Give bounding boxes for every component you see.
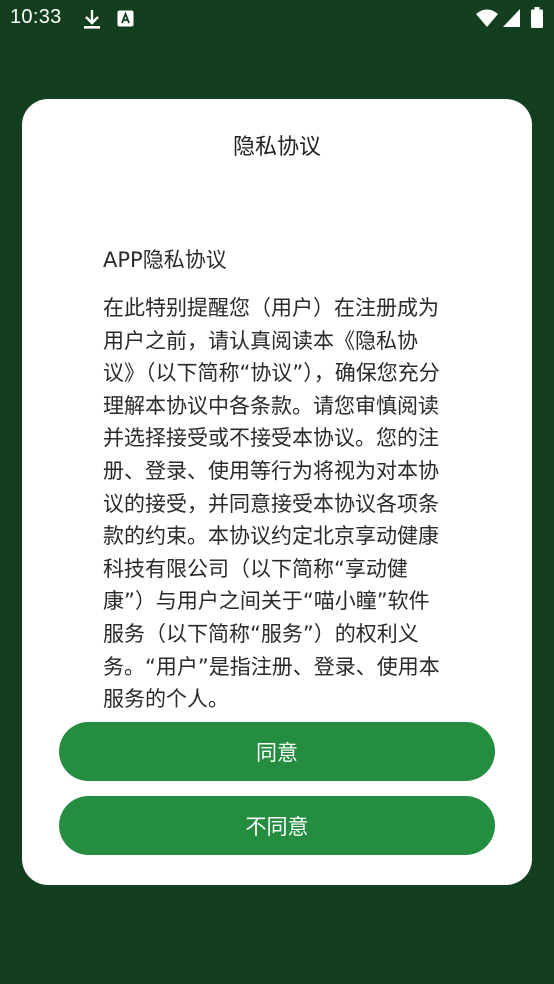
disagree-button[interactable]: 不同意 [59, 796, 495, 855]
agree-button[interactable]: 同意 [59, 722, 495, 781]
agreement-body: 在此特别提醒您（用户）在注册成为用户之前，请认真阅读本《隐私协议》（以下简称“协… [103, 296, 440, 711]
status-time: 10:33 [10, 6, 62, 28]
agreement-heading: APP隐私协议 [103, 248, 227, 272]
privacy-dialog: 隐私协议 APP隐私协议 在此特别提醒您（用户）在注册成为用户之前，请认真阅读本… [22, 99, 532, 885]
signal-icon [503, 9, 520, 31]
a-badge-icon [117, 10, 134, 31]
wifi-icon [476, 9, 498, 31]
status-bar: 10:33 [0, 0, 554, 38]
dialog-title: 隐私协议 [232, 135, 321, 160]
battery-icon [531, 7, 543, 32]
download-icon [82, 8, 102, 34]
agreement-content[interactable]: APP隐私协议 在此特别提醒您（用户）在注册成为用户之前，请认真阅读本《隐私协议… [103, 245, 448, 711]
